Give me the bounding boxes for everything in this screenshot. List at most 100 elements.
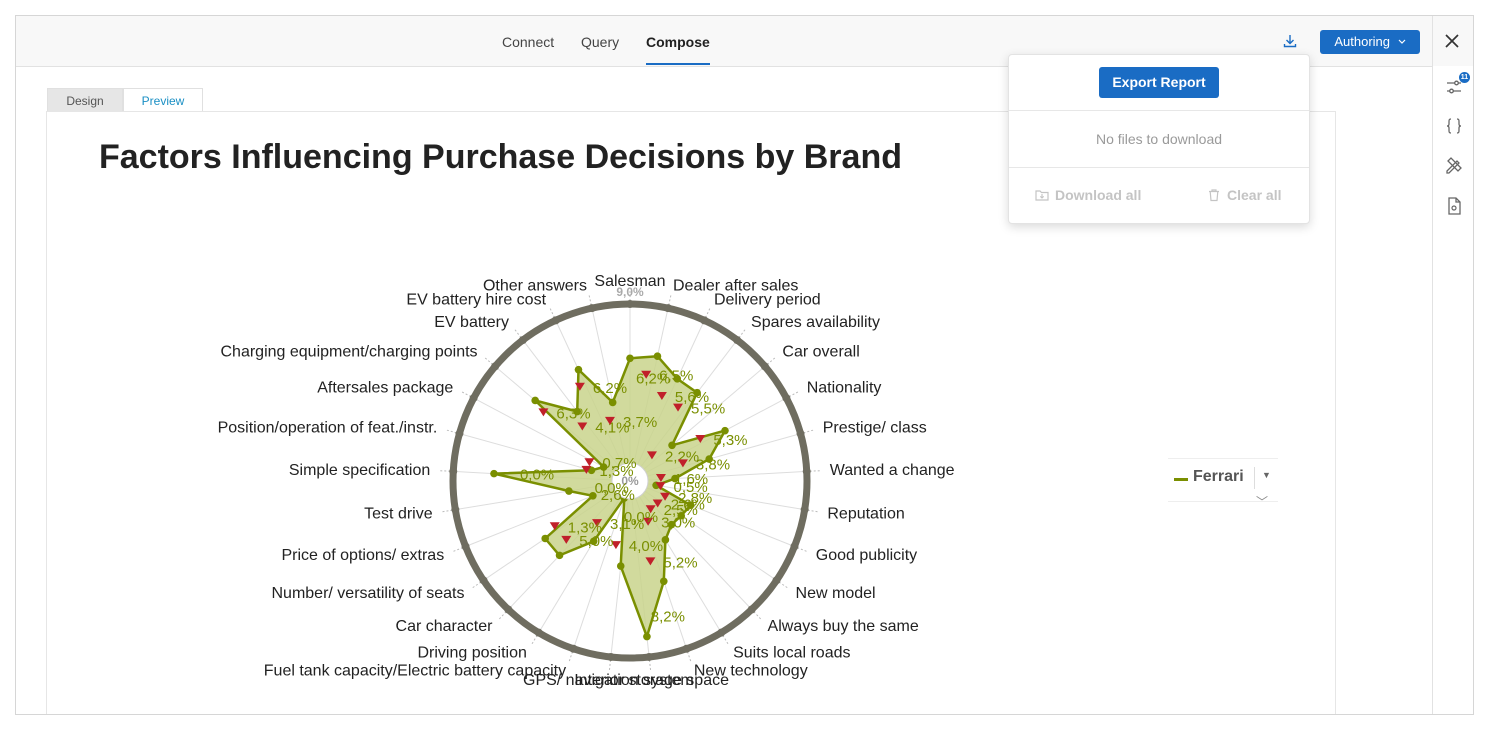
- label-leader: [687, 651, 692, 662]
- legend-expand-icon[interactable]: ﹀: [1256, 493, 1268, 510]
- ring-tick: [504, 605, 513, 614]
- data-point: [555, 551, 564, 560]
- category-label: Fuel tank capacity/Electric battery capa…: [264, 663, 566, 680]
- ring-tick: [569, 644, 578, 653]
- category-label: Good publicity: [816, 547, 917, 564]
- data-label-group: 8,2%: [651, 609, 685, 626]
- ring-tick: [796, 429, 805, 438]
- label-leader: [803, 429, 814, 434]
- ring-tick: [461, 542, 470, 551]
- ring-tick: [534, 628, 543, 637]
- ring-tick: [587, 304, 596, 313]
- ring-tick: [664, 304, 673, 313]
- label-leader: [705, 308, 711, 318]
- category-label: New model: [796, 585, 876, 602]
- ring-tick: [449, 467, 458, 476]
- clear-all-button[interactable]: Clear all: [1207, 187, 1281, 203]
- app-window: Connect Query Compose Authoring 11 Desig…: [15, 15, 1474, 715]
- category-label: Spares availability: [751, 314, 880, 331]
- label-leader: [514, 329, 522, 339]
- data-point: [616, 562, 625, 570]
- category-label: Price of options/ extras: [281, 547, 444, 564]
- label-leader: [549, 308, 555, 318]
- category-label: Car character: [396, 618, 494, 635]
- ring-tick: [551, 316, 560, 325]
- ring-tick: [700, 316, 709, 325]
- ring-tick: [455, 429, 464, 438]
- data-label: 0,0%: [595, 480, 629, 497]
- legend-dropdown-icon[interactable]: ▼: [1262, 470, 1271, 480]
- label-leader: [608, 659, 612, 670]
- label-leader: [648, 659, 652, 670]
- data-label: 5,2%: [663, 554, 697, 571]
- chart-legend[interactable]: Ferrari ▼ ﹀: [1168, 458, 1278, 509]
- data-label: 5,5%: [691, 401, 725, 418]
- category-label: Suits local roads: [733, 644, 850, 661]
- category-label: Car overall: [782, 344, 859, 361]
- data-label: 6,3%: [556, 405, 590, 422]
- data-point: [531, 396, 539, 405]
- data-point: [574, 365, 583, 374]
- trash-icon: [1209, 189, 1219, 202]
- category-label: Prestige/ class: [823, 419, 927, 436]
- down-arrow-marker: [584, 458, 595, 467]
- ring-tick: [682, 644, 691, 653]
- legend-divider: [1254, 467, 1255, 489]
- label-leader: [531, 634, 538, 645]
- data-label-group: 4,0%: [610, 538, 663, 555]
- legend-item-ferrari[interactable]: Ferrari: [1193, 468, 1244, 486]
- ring-tick: [747, 605, 756, 614]
- label-leader: [472, 581, 482, 589]
- label-leader: [498, 611, 507, 620]
- export-report-button[interactable]: Export Report: [1099, 67, 1219, 98]
- label-leader: [788, 391, 799, 398]
- label-leader: [807, 509, 818, 513]
- data-label: 0,7%: [602, 455, 636, 472]
- download-all-label: Download all: [1055, 187, 1142, 203]
- ring-tick: [782, 394, 791, 403]
- ring-tick: [645, 652, 654, 661]
- label-leader: [442, 509, 453, 513]
- ring-tick: [772, 576, 781, 585]
- empty-downloads-message: No files to download: [1095, 131, 1223, 147]
- export-popover: Export Report No files to download Downl…: [1008, 54, 1310, 224]
- popover-divider: [1009, 110, 1309, 111]
- download-all-button[interactable]: Download all: [1035, 187, 1141, 203]
- category-label: Test drive: [364, 505, 433, 522]
- folder-download-icon: [1035, 190, 1049, 201]
- data-label: 0,0%: [520, 467, 554, 484]
- data-label: 6,5%: [659, 368, 693, 385]
- category-label: Always buy the same: [768, 618, 919, 635]
- data-label: 8,2%: [651, 609, 685, 626]
- ring-tick: [626, 300, 634, 308]
- popover-divider: [1009, 167, 1309, 168]
- category-label: Wanted a change: [830, 462, 955, 479]
- label-leader: [453, 547, 463, 552]
- data-point: [541, 534, 550, 543]
- data-point: [659, 577, 668, 586]
- data-label: 4,0%: [629, 538, 663, 555]
- label-leader: [738, 329, 746, 339]
- label-leader: [809, 470, 820, 472]
- category-label: Nationality: [807, 379, 882, 396]
- category-label: Delivery period: [714, 291, 821, 308]
- data-label: 6,2%: [593, 380, 627, 397]
- data-label: 3,0%: [661, 515, 695, 532]
- label-leader: [484, 357, 494, 365]
- label-leader: [766, 357, 776, 365]
- label-leader: [797, 547, 807, 552]
- ring-tick: [717, 628, 726, 637]
- category-label: Other answers: [483, 278, 587, 295]
- ring-tick: [518, 336, 527, 345]
- data-label: 1,3%: [568, 519, 602, 536]
- category-label: Aftersales package: [317, 379, 453, 396]
- data-label: 3,7%: [623, 414, 657, 431]
- data-label: 3,1%: [610, 516, 644, 533]
- data-point: [643, 632, 651, 641]
- category-label: Position/operation of feat./instr.: [218, 419, 438, 436]
- clear-all-label: Clear all: [1227, 187, 1282, 203]
- data-label: 5,3%: [713, 432, 747, 449]
- category-label: Simple specification: [289, 462, 430, 479]
- label-leader: [588, 295, 592, 306]
- label-leader: [753, 611, 762, 620]
